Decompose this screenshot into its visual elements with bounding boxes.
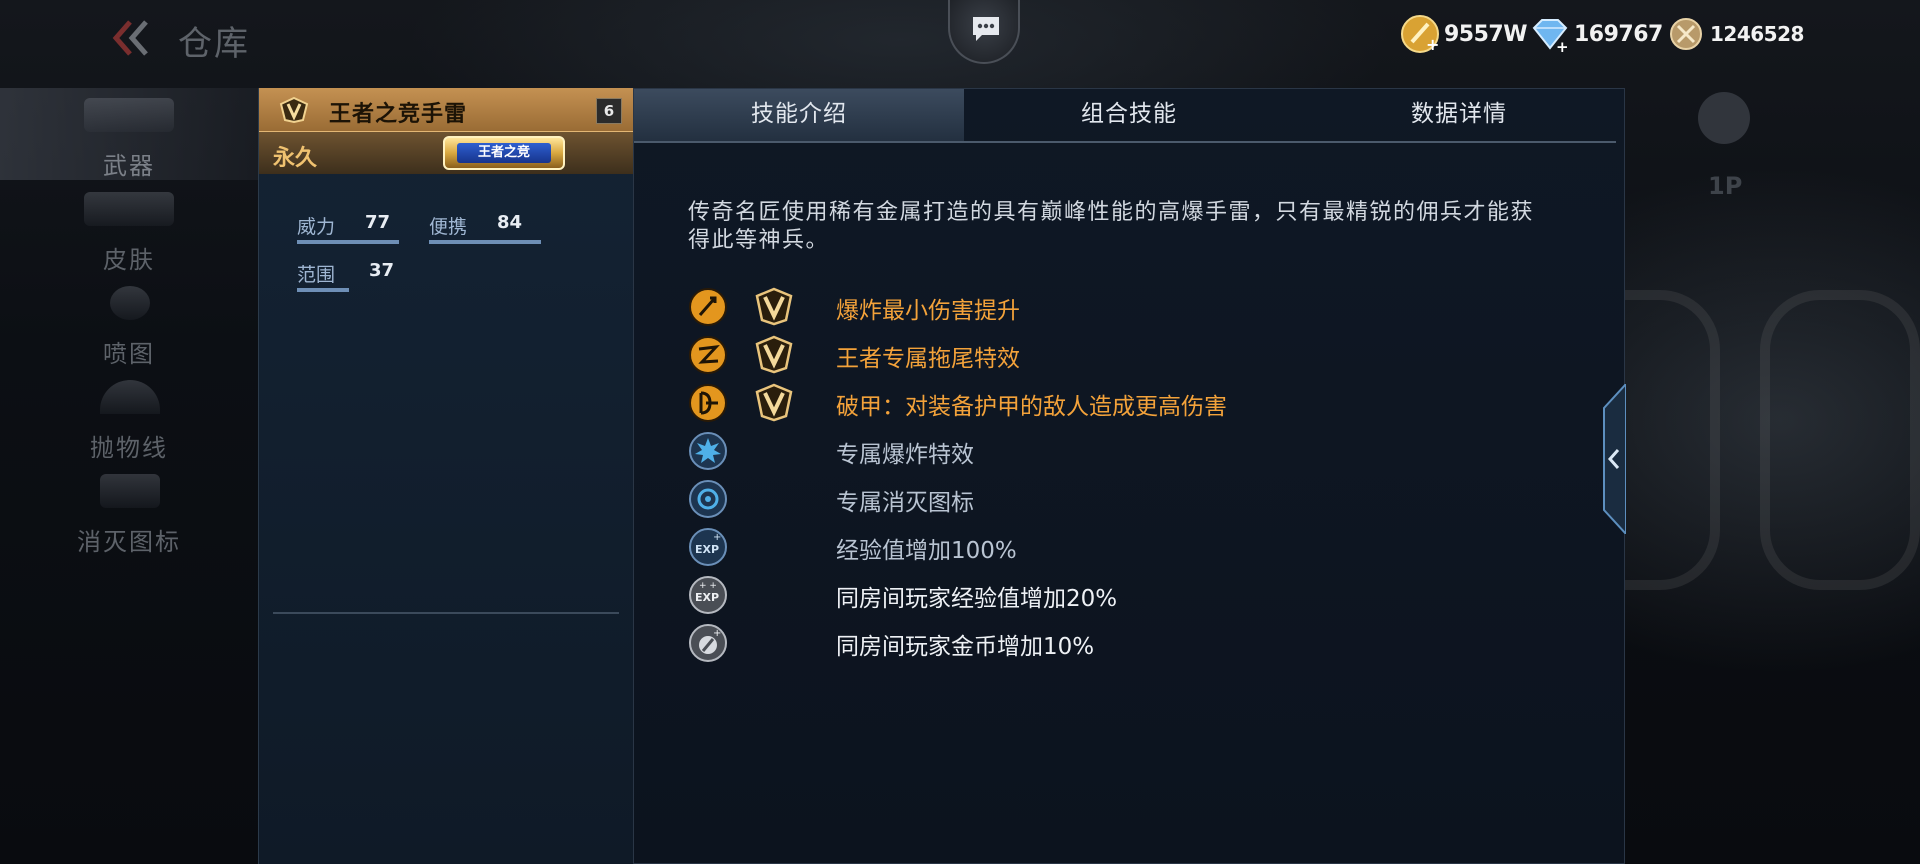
svg-text:+ +: + +: [699, 581, 717, 591]
back-button[interactable]: [108, 18, 154, 58]
stat-label: 范围: [297, 264, 336, 286]
nav-item-label: 皮肤: [103, 246, 155, 274]
stat-label: 便携: [429, 216, 468, 238]
stat-value: 77: [365, 212, 391, 233]
skill-text: 破甲：对装备护甲的敌人造成更高伤害: [836, 394, 1227, 420]
tab-data-details[interactable]: 数据详情: [1294, 89, 1624, 141]
nav-item-sprays[interactable]: 喷图: [0, 276, 258, 368]
v-rank-icon: [755, 383, 793, 422]
kill-icon-silhouette-icon: [100, 474, 160, 508]
honor-currency[interactable]: 1246528: [1666, 14, 1804, 54]
item-name: 王者之竞手雷: [329, 102, 468, 127]
divider: [273, 612, 619, 614]
svg-text:+: +: [713, 532, 721, 543]
detail-tabs: 技能介绍 组合技能 数据详情: [634, 89, 1616, 143]
item-card-subheader: 永久 王者之竞: [259, 132, 634, 174]
svg-text:EXP: EXP: [695, 543, 719, 556]
stat-bar: [429, 240, 541, 244]
skill-row: EXP + 经验值增加100%: [688, 523, 1568, 569]
series-badge-label: 王者之竞: [457, 143, 551, 163]
double-chevron-left-icon: [112, 20, 148, 56]
skill-text: 王者专属拖尾特效: [836, 346, 1020, 372]
item-level-badge: 6: [596, 98, 622, 124]
chat-button[interactable]: [948, 0, 1020, 64]
diamond-icon: +: [1532, 19, 1569, 54]
svg-text:+: +: [1556, 38, 1569, 54]
gold-currency[interactable]: + 9557W: [1400, 14, 1528, 54]
skill-text: 同房间玩家经验值增加20%: [836, 586, 1118, 612]
nav-item-skins[interactable]: 皮肤: [0, 182, 258, 274]
v-rank-icon: [755, 287, 793, 326]
svg-text:EXP: EXP: [695, 591, 719, 604]
category-nav: 武器 皮肤 喷图 抛物线 消灭图标: [0, 88, 258, 864]
skill-row: 专属消灭图标: [688, 475, 1568, 521]
diamond-amount: 169767: [1574, 21, 1663, 47]
item-duration: 永久: [273, 146, 318, 171]
stat-bar: [297, 288, 349, 292]
background-1p-label: 1P: [1708, 172, 1743, 200]
explosion-damage-icon: [689, 288, 727, 326]
item-card-header: 王者之竞手雷 6: [259, 88, 634, 132]
nav-item-label: 消灭图标: [77, 528, 181, 556]
nav-item-label: 抛物线: [90, 434, 168, 462]
skin-silhouette-icon: [84, 192, 174, 226]
page-title: 仓库: [178, 24, 250, 64]
skill-text: 爆炸最小伤害提升: [836, 298, 1020, 324]
stat-bar: [297, 240, 399, 244]
stat-value: 37: [369, 260, 395, 281]
skill-text: 专属消灭图标: [836, 490, 974, 516]
svg-text:+: +: [713, 628, 721, 639]
skill-text: 经验值增加100%: [836, 538, 1017, 564]
trajectory-silhouette-icon: [100, 380, 160, 414]
exp-boost-icon: EXP +: [689, 528, 727, 566]
trail-effect-icon: [689, 336, 727, 374]
honor-amount: 1246528: [1710, 22, 1804, 46]
v-rank-icon: [755, 335, 793, 374]
chat-bubble-icon: [973, 17, 999, 41]
skill-row: 王者专属拖尾特效: [688, 331, 1568, 377]
chevron-left-icon: [1603, 381, 1627, 537]
panel-collapse-tab[interactable]: [1600, 381, 1627, 537]
stat-label: 威力: [297, 216, 336, 238]
kill-icon-icon: [689, 480, 727, 518]
weapon-silhouette-icon: [84, 98, 174, 132]
background-frame: [1760, 290, 1920, 590]
background-gamepad-icon: [1698, 92, 1750, 144]
skill-text: 同房间玩家金币增加10%: [836, 634, 1095, 660]
nav-item-trajectory[interactable]: 抛物线: [0, 370, 258, 462]
gold-coin-icon: +: [1401, 15, 1439, 54]
item-description: 传奇名匠使用稀有金属打造的具有巅峰性能的高爆手雷，只有最精锐的佣兵才能获得此等神…: [688, 200, 1535, 253]
diamond-currency[interactable]: + 169767: [1530, 14, 1663, 54]
skill-text: 专属爆炸特效: [836, 442, 974, 468]
top-bar: 仓库 + 9557W + 169767 1246528: [0, 0, 1920, 80]
skill-row: 爆炸最小伤害提升: [688, 283, 1568, 329]
series-badge: 王者之竞: [443, 136, 565, 170]
svg-text:+: +: [1426, 35, 1439, 54]
nav-item-label: 喷图: [103, 340, 155, 368]
skill-row: 专属爆炸特效: [688, 427, 1568, 473]
nav-item-weapons[interactable]: 武器: [0, 88, 258, 180]
v-rank-icon: [279, 96, 309, 124]
room-gold-icon: +: [689, 624, 727, 662]
item-card: 王者之竞手雷 6 永久 王者之竞 威力 77 便携 84 范围 37: [258, 88, 634, 864]
room-exp-icon: EXP + +: [689, 576, 727, 614]
tab-combo-skills[interactable]: 组合技能: [964, 89, 1294, 141]
detail-panel: 技能介绍 组合技能 数据详情 传奇名匠使用稀有金属打造的具有巅峰性能的高爆手雷，…: [633, 88, 1625, 864]
armor-break-icon: [689, 384, 727, 422]
skill-row: EXP + + 同房间玩家经验值增加20%: [688, 571, 1568, 617]
nav-item-kill-icons[interactable]: 消灭图标: [0, 464, 258, 556]
tab-skill-intro[interactable]: 技能介绍: [634, 89, 964, 141]
stat-value: 84: [497, 212, 523, 233]
nav-item-label: 武器: [103, 152, 155, 180]
skill-row: 破甲：对装备护甲的敌人造成更高伤害: [688, 379, 1568, 425]
gold-amount: 9557W: [1444, 21, 1528, 47]
skill-row: + 同房间玩家金币增加10%: [688, 619, 1568, 665]
explosion-effect-icon: [689, 432, 727, 470]
spray-silhouette-icon: [110, 286, 150, 320]
honor-coin-icon: [1670, 18, 1702, 50]
